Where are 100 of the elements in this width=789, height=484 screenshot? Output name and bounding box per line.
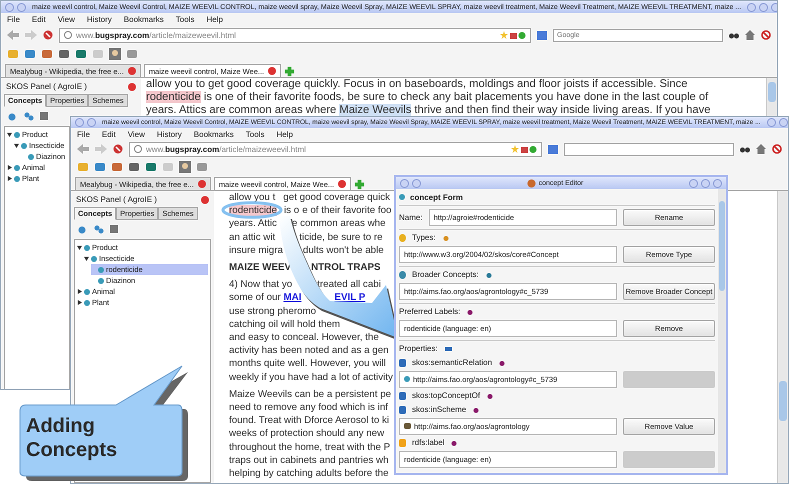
- text-fragment: need to remove any food which is inf: [229, 401, 388, 414]
- add-subconcept-icon[interactable]: [24, 112, 34, 121]
- add-icon[interactable]: [498, 360, 506, 366]
- maximize-button[interactable]: [759, 2, 768, 12]
- back-icon[interactable]: [7, 30, 19, 40]
- property-name: rdfs:label: [412, 438, 444, 447]
- property-name: skos:inScheme: [412, 405, 466, 414]
- menu-item[interactable]: Help: [276, 130, 293, 138]
- expand-arrow-icon[interactable]: [7, 176, 12, 181]
- close-tab-icon[interactable]: [128, 67, 136, 75]
- menu-item[interactable]: File: [7, 14, 20, 24]
- expand-arrow-icon[interactable]: [77, 300, 82, 305]
- concept-icon: [404, 376, 410, 382]
- field-label: Name:: [399, 213, 423, 222]
- scheme-icon: [404, 423, 411, 429]
- add-icon[interactable]: [466, 308, 474, 314]
- block-icon[interactable]: [772, 144, 782, 154]
- expand-arrow-icon[interactable]: [14, 143, 19, 148]
- text-fragment: ticide, be sure to re: [299, 230, 383, 244]
- binoculars-icon[interactable]: [729, 31, 739, 39]
- url-field[interactable]: www.bugspray.com/article/maizeweevil.html: [59, 28, 531, 42]
- text-fragment: insure migra: [229, 244, 283, 258]
- property-icon: [399, 438, 406, 446]
- text-fragment: rodenticide is one of their favorite foods, be sure to check any bait placements you have done in the last couple of: [146, 90, 708, 104]
- minimize-button[interactable]: [747, 2, 756, 12]
- menu-item[interactable]: View: [128, 130, 145, 138]
- menu-item[interactable]: File: [77, 130, 90, 138]
- menu-item[interactable]: View: [58, 14, 75, 24]
- expand-arrow-icon[interactable]: [7, 132, 12, 137]
- bookmark-icons[interactable]: [511, 144, 537, 154]
- add-concept-icon[interactable]: [78, 225, 88, 234]
- text-fragment: use strong pheromo: [229, 304, 316, 318]
- section-label: Preferred Labels:: [399, 307, 460, 316]
- text-fragment: weeks of protection should any new: [229, 427, 384, 441]
- add-icon[interactable]: [450, 440, 458, 446]
- scrollbar[interactable]: [766, 78, 777, 117]
- heading-text: NTROL TRAPS: [311, 261, 381, 274]
- link[interactable]: EVIL P: [334, 292, 366, 304]
- menu-item[interactable]: Bookmarks: [124, 14, 164, 24]
- bookmark-icons[interactable]: [500, 30, 526, 40]
- search-engine-icon[interactable]: [537, 30, 547, 40]
- person-icon[interactable]: [179, 161, 191, 173]
- search-field[interactable]: [564, 142, 734, 156]
- stop-icon[interactable]: [113, 144, 123, 154]
- property-name: skos:topConceptOf: [412, 391, 480, 400]
- panel-title: SKOS Panel ( AgroIE ): [6, 82, 87, 91]
- person-icon[interactable]: [109, 48, 121, 60]
- home-icon[interactable]: [756, 144, 766, 154]
- back-icon[interactable]: [77, 144, 89, 154]
- binoculars-icon[interactable]: [740, 145, 750, 153]
- expand-arrow-icon[interactable]: [77, 289, 82, 294]
- highlight-ellipse: [222, 201, 282, 219]
- section-label: Broader Concepts:: [412, 270, 479, 279]
- app-icon: [526, 178, 536, 188]
- menu-item[interactable]: Edit: [102, 130, 116, 138]
- menu-item[interactable]: Tools: [176, 14, 194, 24]
- menu-item[interactable]: History: [86, 14, 112, 24]
- home-icon[interactable]: [745, 30, 755, 40]
- close-tab-icon[interactable]: [268, 67, 276, 75]
- text-fragment: some of our MAI: [229, 291, 302, 305]
- menu-item[interactable]: History: [156, 130, 182, 138]
- panel-title: SKOS Panel ( AgroIE ): [76, 195, 157, 204]
- menu-item[interactable]: Tools: [246, 130, 264, 138]
- block-icon[interactable]: [761, 30, 771, 40]
- url-field[interactable]: www.bugspray.com/article/maizeweevil.html: [129, 142, 542, 156]
- text-fragment: activity has been noted and as a gen: [229, 344, 389, 358]
- add-icon[interactable]: [444, 346, 452, 352]
- stop-icon[interactable]: [43, 30, 53, 40]
- scrollbar[interactable]: [777, 191, 788, 483]
- menu-item[interactable]: Edit: [32, 14, 46, 24]
- menu-item[interactable]: Help: [206, 14, 223, 24]
- add-concept-icon[interactable]: [8, 112, 18, 121]
- new-tab-icon[interactable]: [284, 66, 296, 77]
- expand-arrow-icon[interactable]: [7, 165, 12, 170]
- section-label: Types:: [412, 233, 436, 242]
- maximize-button[interactable]: [701, 178, 710, 188]
- text-fragment: Maize Weevils can be a persistent pe: [229, 388, 392, 402]
- text-fragment: 4) Now that yo: [229, 278, 292, 292]
- close-panel-icon[interactable]: [201, 196, 209, 204]
- text-fragment: is o: [284, 204, 300, 218]
- menu-item[interactable]: Bookmarks: [194, 130, 234, 138]
- link[interactable]: MAI: [283, 292, 302, 304]
- expand-arrow-icon[interactable]: [84, 256, 89, 261]
- close-tab-icon[interactable]: [338, 180, 346, 188]
- search-engine-icon[interactable]: [548, 144, 558, 154]
- add-icon[interactable]: [484, 272, 493, 278]
- expand-arrow-icon[interactable]: [77, 245, 82, 250]
- add-subconcept-icon[interactable]: [94, 225, 104, 234]
- close-button[interactable]: [713, 178, 722, 188]
- minimize-button[interactable]: [689, 178, 698, 188]
- close-tab-icon[interactable]: [198, 180, 206, 188]
- url-text: www.bugspray.com/article/maizeweevil.html: [146, 144, 306, 154]
- new-tab-icon[interactable]: [354, 179, 366, 190]
- property-name: skos:semanticRelation: [412, 358, 492, 367]
- minimize-button[interactable]: [766, 118, 776, 127]
- callout-text: Adding Concepts: [26, 414, 118, 462]
- scrollbar[interactable]: [718, 189, 726, 473]
- maximize-button[interactable]: [778, 118, 788, 127]
- section-label: Properties:: [399, 344, 438, 353]
- close-panel-icon[interactable]: [128, 82, 136, 90]
